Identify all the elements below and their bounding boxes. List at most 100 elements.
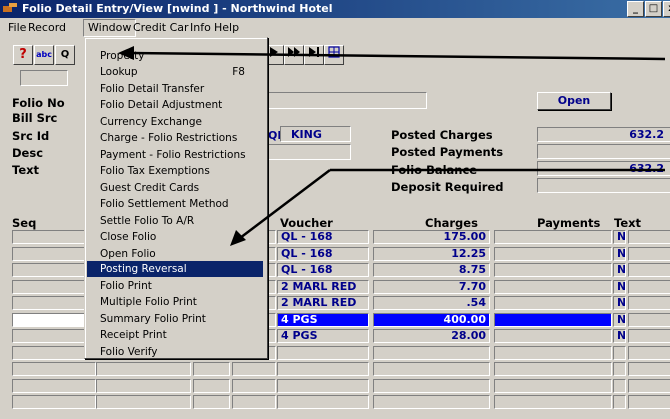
- menu-item-charge-folio-restrictions[interactable]: Charge - Folio Restrictions: [87, 130, 263, 146]
- open-button[interactable]: Open: [537, 92, 611, 110]
- charges-cell[interactable]: [373, 395, 490, 409]
- menu-item-guest-credit-cards[interactable]: Guest Credit Cards: [87, 180, 263, 196]
- src-id-name-field[interactable]: KING: [280, 126, 351, 142]
- grid-cell[interactable]: [193, 379, 230, 393]
- help-icon[interactable]: ?: [13, 45, 33, 65]
- grid-cell[interactable]: [628, 346, 670, 360]
- text-flag-cell[interactable]: N: [613, 247, 626, 261]
- payments-cell[interactable]: [494, 395, 612, 409]
- charges-cell[interactable]: 175.00: [373, 230, 490, 244]
- payments-cell[interactable]: [494, 329, 612, 343]
- grid-cell[interactable]: [628, 362, 670, 376]
- grid-cell[interactable]: [628, 379, 670, 393]
- menu-item-summary-folio-print[interactable]: Summary Folio Print: [87, 311, 263, 327]
- text-flag-cell[interactable]: [613, 395, 626, 409]
- payments-cell[interactable]: [494, 280, 612, 294]
- voucher-cell[interactable]: 2 MARL RED: [277, 296, 369, 310]
- payments-cell[interactable]: [494, 362, 612, 376]
- text-flag-cell[interactable]: N: [613, 263, 626, 277]
- grid-cell[interactable]: [628, 247, 670, 261]
- next-record-icon[interactable]: [284, 45, 304, 65]
- menu-item-folio-print[interactable]: Folio Print: [87, 278, 263, 294]
- search-icon[interactable]: Q: [55, 45, 75, 65]
- desc-field[interactable]: [266, 144, 351, 160]
- menu-item-close-folio[interactable]: Close Folio: [87, 229, 263, 245]
- voucher-cell[interactable]: [277, 395, 369, 409]
- voucher-cell[interactable]: QL - 168: [277, 230, 369, 244]
- payments-cell[interactable]: [494, 313, 612, 327]
- voucher-cell[interactable]: [277, 379, 369, 393]
- payments-cell[interactable]: [494, 346, 612, 360]
- grid-cell[interactable]: [96, 379, 191, 393]
- grid-cell[interactable]: [232, 379, 276, 393]
- payments-cell[interactable]: [494, 247, 612, 261]
- charges-cell[interactable]: 400.00: [373, 313, 490, 327]
- menu-info[interactable]: Info: [188, 19, 213, 37]
- text-flag-cell[interactable]: N: [613, 313, 626, 327]
- seq-cell[interactable]: [12, 362, 96, 376]
- minimize-button[interactable]: _: [627, 1, 644, 17]
- text-flag-cell[interactable]: N: [613, 296, 626, 310]
- charges-cell[interactable]: [373, 362, 490, 376]
- text-flag-cell[interactable]: [613, 346, 626, 360]
- payments-cell[interactable]: [494, 263, 612, 277]
- close-button[interactable]: x: [663, 1, 670, 17]
- charges-cell[interactable]: 28.00: [373, 329, 490, 343]
- voucher-cell[interactable]: 2 MARL RED: [277, 280, 369, 294]
- voucher-cell[interactable]: QL - 168: [277, 263, 369, 277]
- grid-cell[interactable]: [628, 395, 670, 409]
- menu-item-property[interactable]: Property: [87, 48, 263, 64]
- text-flag-cell[interactable]: N: [613, 280, 626, 294]
- grid-cell[interactable]: [628, 296, 670, 310]
- menu-window[interactable]: Window: [83, 19, 137, 37]
- menu-item-payment-folio-restrictions[interactable]: Payment - Folio Restrictions: [87, 147, 263, 163]
- menu-credit-card[interactable]: Credit Car: [131, 19, 191, 37]
- grid-cell[interactable]: [628, 313, 670, 327]
- charges-cell[interactable]: 7.70: [373, 280, 490, 294]
- menu-item-folio-detail-adjustment[interactable]: Folio Detail Adjustment: [87, 97, 263, 113]
- grid-cell[interactable]: [193, 362, 230, 376]
- grid-cell[interactable]: [96, 362, 191, 376]
- menu-item-receipt-print[interactable]: Receipt Print: [87, 327, 263, 343]
- menu-item-folio-detail-transfer[interactable]: Folio Detail Transfer: [87, 81, 263, 97]
- menu-item-currency-exchange[interactable]: Currency Exchange: [87, 114, 263, 130]
- voucher-cell[interactable]: QL - 168: [277, 247, 369, 261]
- text-flag-cell[interactable]: [613, 362, 626, 376]
- seq-cell[interactable]: [12, 379, 96, 393]
- grid-cell[interactable]: [232, 362, 276, 376]
- grid-cell[interactable]: [628, 280, 670, 294]
- charges-cell[interactable]: [373, 379, 490, 393]
- charges-cell[interactable]: .54: [373, 296, 490, 310]
- menu-item-folio-verify[interactable]: Folio Verify: [87, 344, 263, 360]
- menu-item-multiple-folio-print[interactable]: Multiple Folio Print: [87, 294, 263, 310]
- voucher-cell[interactable]: [277, 346, 369, 360]
- menu-item-posting-reversal[interactable]: Posting Reversal: [87, 261, 263, 277]
- folio-no-field[interactable]: [266, 92, 427, 109]
- text-flag-cell[interactable]: N: [613, 230, 626, 244]
- payments-cell[interactable]: [494, 296, 612, 310]
- spellcheck-icon[interactable]: abc: [34, 45, 54, 65]
- grid-cell[interactable]: [193, 395, 230, 409]
- menu-record[interactable]: Record: [26, 19, 68, 37]
- payments-cell[interactable]: [494, 230, 612, 244]
- grid-icon[interactable]: [324, 45, 344, 65]
- grid-cell[interactable]: [628, 263, 670, 277]
- voucher-cell[interactable]: [277, 362, 369, 376]
- text-flag-cell[interactable]: [613, 379, 626, 393]
- payments-cell[interactable]: [494, 379, 612, 393]
- menu-item-settle-folio-to-ar[interactable]: Settle Folio To A/R: [87, 213, 263, 229]
- menu-help[interactable]: Help: [212, 19, 241, 37]
- menu-item-lookup[interactable]: Lookup F8: [87, 64, 263, 80]
- charges-cell[interactable]: 8.75: [373, 263, 490, 277]
- seq-cell[interactable]: [12, 395, 96, 409]
- grid-cell[interactable]: [628, 329, 670, 343]
- last-record-icon[interactable]: [304, 45, 324, 65]
- charges-cell[interactable]: 12.25: [373, 247, 490, 261]
- menu-item-open-folio[interactable]: Open Folio: [87, 246, 263, 262]
- text-flag-cell[interactable]: N: [613, 329, 626, 343]
- grid-cell[interactable]: [232, 395, 276, 409]
- charges-cell[interactable]: [373, 346, 490, 360]
- voucher-cell[interactable]: 4 PGS: [277, 329, 369, 343]
- grid-cell[interactable]: [96, 395, 191, 409]
- grid-cell[interactable]: [628, 230, 670, 244]
